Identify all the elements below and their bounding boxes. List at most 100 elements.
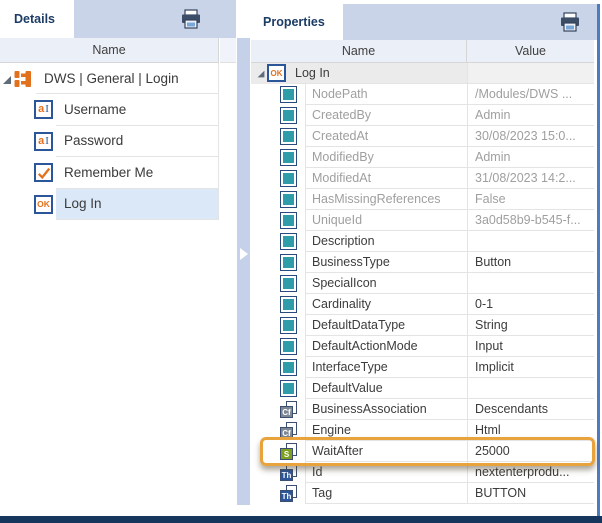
property-value[interactable]: 0-1: [467, 294, 594, 315]
tree-row-password[interactable]: aI Password: [0, 126, 219, 157]
property-value[interactable]: BUTTON: [467, 483, 594, 504]
property-row[interactable]: DefaultDataType String: [251, 315, 594, 336]
property-root-value: [467, 63, 594, 84]
property-value[interactable]: /Modules/DWS ...: [467, 84, 594, 105]
collapse-arrow-icon[interactable]: [240, 248, 248, 260]
property-value[interactable]: 25000: [467, 441, 594, 462]
property-type-icon: [280, 317, 297, 334]
property-row[interactable]: CreatedAt 30/08/2023 15:0...: [251, 126, 594, 147]
tree-row-log-in[interactable]: OK Log In: [0, 189, 219, 220]
property-row[interactable]: UniqueId 3a0d58b9-b545-f...: [251, 210, 594, 231]
property-value[interactable]: Admin: [467, 105, 594, 126]
property-value-text: Html: [475, 423, 501, 437]
print-icon[interactable]: [180, 8, 202, 30]
column-header-label: Name: [342, 44, 375, 58]
property-type-icon: [280, 149, 297, 166]
properties-tabbar: Properties: [251, 4, 597, 40]
property-value[interactable]: 31/08/2023 14:2...: [467, 168, 594, 189]
property-value-text: 31/08/2023 14:2...: [475, 171, 576, 185]
tree-item-label: Log In: [64, 196, 102, 211]
property-name: CreatedAt: [312, 129, 368, 143]
property-type-icon: Cf: [280, 422, 297, 439]
ok-button-icon: OK: [267, 64, 286, 82]
property-value-text: Admin: [475, 108, 510, 122]
text-field-icon: aI: [34, 100, 53, 119]
panel-splitter[interactable]: [237, 38, 250, 505]
property-type-icon: [280, 275, 297, 292]
property-value-text: Descendants: [475, 402, 548, 416]
property-name: Tag: [312, 486, 332, 500]
property-type-icon: [280, 296, 297, 313]
property-name: NodePath: [312, 87, 368, 101]
property-row[interactable]: ModifiedAt 31/08/2023 14:2...: [251, 168, 594, 189]
property-row[interactable]: Cf BusinessAssociation Descendants: [251, 399, 594, 420]
property-row[interactable]: Cardinality 0-1: [251, 294, 594, 315]
property-name: Engine: [312, 423, 351, 437]
property-value[interactable]: Input: [467, 336, 594, 357]
properties-column-header-value[interactable]: Value: [467, 40, 594, 62]
property-row[interactable]: SpecialIcon: [251, 273, 594, 294]
property-name: Cardinality: [312, 297, 371, 311]
property-value[interactable]: nextenterprodu...: [467, 462, 594, 483]
property-name: Id: [312, 465, 322, 479]
property-value[interactable]: Admin: [467, 147, 594, 168]
tree-row-module-root[interactable]: DWS | General | Login: [0, 63, 219, 94]
property-name: ModifiedBy: [312, 150, 374, 164]
expander-icon[interactable]: [3, 76, 11, 84]
tree-row-username[interactable]: aI Username: [0, 94, 219, 125]
property-value-text: BUTTON: [475, 486, 526, 500]
property-value[interactable]: String: [467, 315, 594, 336]
tab-properties[interactable]: Properties: [251, 4, 343, 40]
property-value-text: 25000: [475, 444, 510, 458]
property-row[interactable]: InterfaceType Implicit: [251, 357, 594, 378]
property-row[interactable]: HasMissingReferences False: [251, 189, 594, 210]
property-row[interactable]: DefaultActionMode Input: [251, 336, 594, 357]
ok-button-icon: OK: [34, 195, 53, 214]
property-value[interactable]: [467, 378, 594, 399]
property-value[interactable]: Descendants: [467, 399, 594, 420]
property-root-row-log-in[interactable]: OK Log In: [251, 63, 594, 84]
property-row[interactable]: DefaultValue: [251, 378, 594, 399]
tree-row-remember-me[interactable]: Remember Me: [0, 157, 219, 188]
property-type-icon: Th: [280, 464, 297, 481]
property-row[interactable]: Description: [251, 231, 594, 252]
property-value[interactable]: Html: [467, 420, 594, 441]
details-column-header-name[interactable]: Name: [0, 38, 219, 63]
property-value[interactable]: 3a0d58b9-b545-f...: [467, 210, 594, 231]
property-row[interactable]: S WaitAfter 25000: [251, 441, 594, 462]
property-value[interactable]: [467, 273, 594, 294]
module-icon: [12, 68, 34, 95]
property-value-text: 30/08/2023 15:0...: [475, 129, 576, 143]
property-name: InterfaceType: [312, 360, 388, 374]
property-name: UniqueId: [312, 213, 362, 227]
property-name: DefaultActionMode: [312, 339, 418, 353]
expander-icon[interactable]: [258, 71, 265, 78]
column-header-label: Value: [515, 44, 546, 58]
text-field-icon: aI: [34, 132, 53, 151]
column-header-label: Name: [92, 43, 125, 57]
property-value[interactable]: [467, 231, 594, 252]
property-row[interactable]: CreatedBy Admin: [251, 105, 594, 126]
property-value[interactable]: Implicit: [467, 357, 594, 378]
property-value[interactable]: False: [467, 189, 594, 210]
property-name: HasMissingReferences: [312, 192, 441, 206]
property-row[interactable]: Cf Engine Html: [251, 420, 594, 441]
property-value-text: nextenterprodu...: [475, 465, 570, 479]
properties-column-header-name[interactable]: Name: [251, 40, 467, 62]
property-row[interactable]: Th Id nextenterprodu...: [251, 462, 594, 483]
details-tabbar: Details: [0, 0, 236, 38]
property-name: ModifiedAt: [312, 171, 371, 185]
property-type-icon: Th: [280, 485, 297, 502]
property-type-icon: [280, 128, 297, 145]
property-row[interactable]: NodePath /Modules/DWS ...: [251, 84, 594, 105]
property-row[interactable]: BusinessType Button: [251, 252, 594, 273]
tab-details[interactable]: Details: [0, 0, 74, 38]
checkbox-icon: [34, 163, 53, 182]
property-row[interactable]: Th Tag BUTTON: [251, 483, 594, 504]
properties-header-row: Name Value: [251, 40, 594, 63]
property-row[interactable]: ModifiedBy Admin: [251, 147, 594, 168]
property-type-icon: [280, 359, 297, 376]
property-value[interactable]: 30/08/2023 15:0...: [467, 126, 594, 147]
property-value[interactable]: Button: [467, 252, 594, 273]
print-icon[interactable]: [559, 11, 581, 33]
